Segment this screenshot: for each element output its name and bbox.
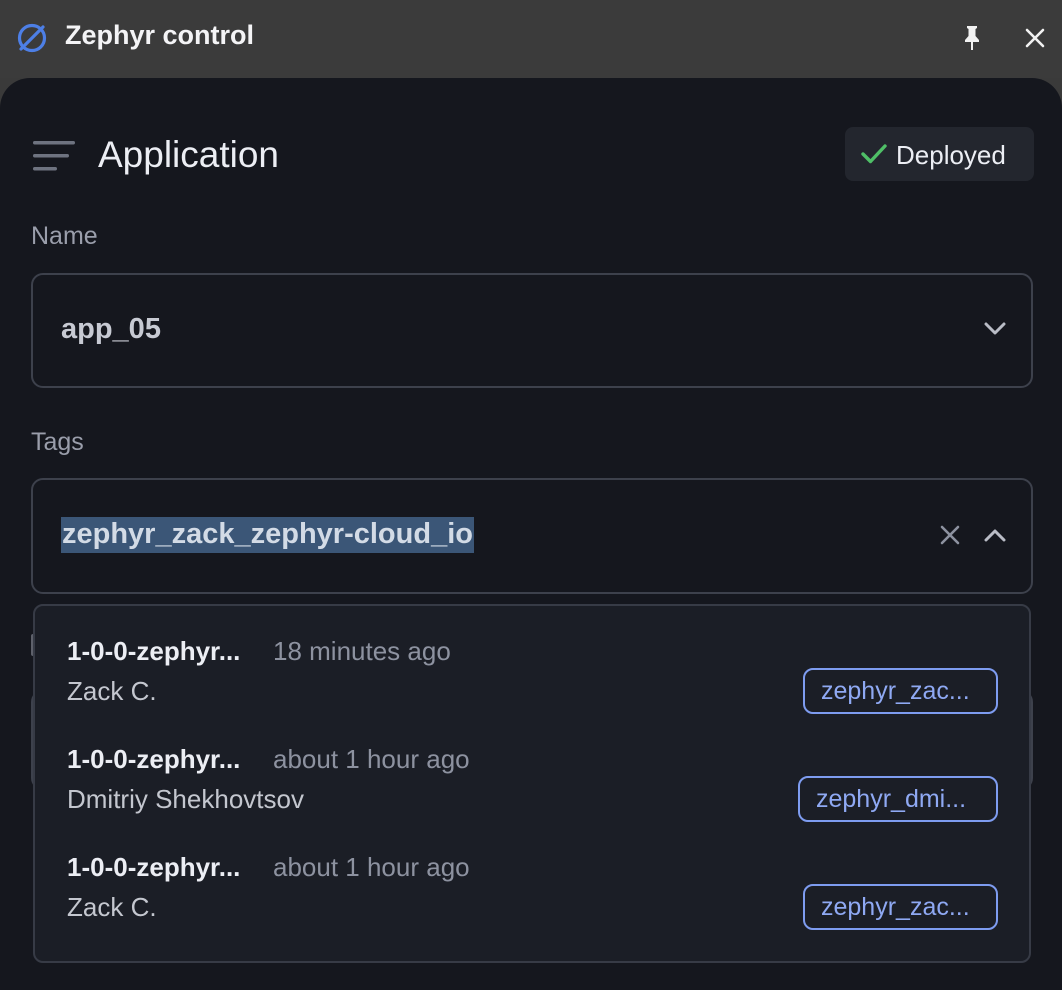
tags-select[interactable]: zephyr_zack_zephyr-cloud_io bbox=[31, 478, 1033, 594]
pin-icon[interactable] bbox=[960, 24, 984, 52]
version-author: Zack C. bbox=[67, 676, 157, 706]
name-select[interactable]: app_05 bbox=[31, 273, 1033, 388]
version-name: 1-0-0-zephyr... bbox=[67, 636, 241, 666]
tags-dropdown-list: 1-0-0-zephyr... 18 minutes ago Zack C. z… bbox=[33, 604, 1031, 963]
status-badge: Deployed bbox=[845, 127, 1034, 181]
version-time: about 1 hour ago bbox=[273, 744, 470, 774]
name-select-value: app_05 bbox=[61, 313, 161, 345]
menu-icon[interactable] bbox=[33, 140, 75, 172]
close-icon[interactable] bbox=[1024, 27, 1046, 49]
version-name: 1-0-0-zephyr... bbox=[67, 744, 241, 774]
clear-icon[interactable] bbox=[940, 525, 960, 545]
page-title: Application bbox=[98, 134, 280, 175]
status-badge-label: Deployed bbox=[896, 140, 1006, 170]
version-option[interactable]: 1-0-0-zephyr... about 1 hour ago Dmitriy… bbox=[35, 728, 1029, 836]
tags-select-value[interactable]: zephyr_zack_zephyr-cloud_io bbox=[61, 517, 474, 553]
name-field-label: Name bbox=[31, 222, 98, 250]
version-tag-pill: zephyr_dmi... bbox=[798, 776, 998, 822]
version-option[interactable]: 1-0-0-zephyr... about 1 hour ago Zack C.… bbox=[35, 836, 1029, 944]
window-titlebar: Zephyr control bbox=[0, 0, 1062, 78]
version-time: 18 minutes ago bbox=[273, 636, 451, 666]
chevron-down-icon bbox=[984, 322, 1006, 335]
tags-input-text: zephyr_zack_zephyr-cloud_io bbox=[61, 517, 474, 553]
application-panel: Application Deployed Name app_05 Tags ze… bbox=[0, 78, 1062, 990]
window-title: Zephyr control bbox=[65, 20, 255, 50]
version-time: about 1 hour ago bbox=[273, 852, 470, 882]
version-tag-pill: zephyr_zac... bbox=[803, 884, 998, 930]
check-icon bbox=[861, 144, 887, 164]
version-tag-pill: zephyr_zac... bbox=[803, 668, 998, 714]
chevron-up-icon bbox=[984, 529, 1006, 542]
tags-field-label: Tags bbox=[31, 428, 84, 456]
version-author: Dmitriy Shekhovtsov bbox=[67, 784, 304, 814]
version-option[interactable]: 1-0-0-zephyr... 18 minutes ago Zack C. z… bbox=[35, 620, 1029, 728]
version-name: 1-0-0-zephyr... bbox=[67, 852, 241, 882]
version-author: Zack C. bbox=[67, 892, 157, 922]
zephyr-logo-icon bbox=[17, 23, 47, 53]
